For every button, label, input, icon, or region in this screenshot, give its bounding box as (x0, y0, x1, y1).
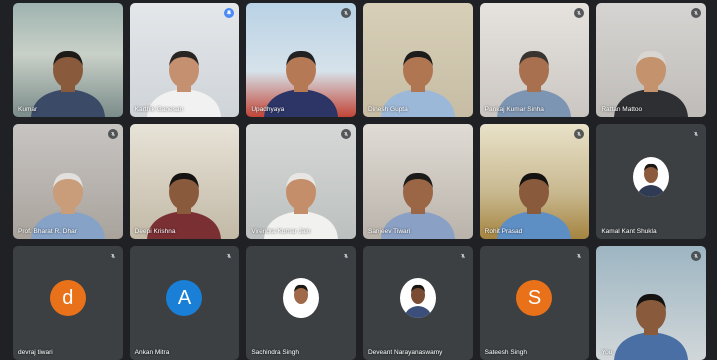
mic-muted-icon (457, 250, 468, 261)
avatar: S (516, 280, 553, 317)
avatar: d (49, 280, 86, 317)
participant-tile[interactable]: A Ankan Mitra (129, 245, 240, 360)
participant-name: Rattan Mattoo (601, 106, 643, 114)
participant-tile[interactable]: Dinesh Gupta (362, 3, 473, 118)
participant-name: Kamal Kant Shukla (601, 227, 657, 235)
participant-tile[interactable]: Kumar (13, 3, 123, 118)
participant-name: Sachindra Singh (251, 349, 300, 356)
participant-name: Deveant Narayanaswamy (367, 349, 443, 356)
participant-tile[interactable]: Pankaj Kumar Sinha (479, 3, 590, 118)
participant-name: devraj tiwari (18, 349, 53, 356)
participant-tile[interactable]: Karthik Ganesan (129, 3, 240, 118)
participant-name: Rohit Prasad (484, 227, 523, 235)
participant-name: Virendra Kumar Jain (251, 227, 311, 235)
participant-name: Kumar (18, 106, 38, 114)
participant-tile[interactable]: S Sateesh Singh (479, 245, 590, 360)
participant-name: Upadhyaya (251, 106, 285, 114)
mic-muted-icon (574, 129, 585, 140)
participant-name: Prof. Bharat R. Dhar (18, 227, 77, 235)
participant-name: Karthik Ganesan (134, 106, 184, 114)
participant-name: Deepi Krishna (134, 227, 176, 235)
participant-tile[interactable]: Deepi Krishna (129, 124, 240, 239)
avatar (633, 156, 670, 197)
participant-tile[interactable]: d devraj tiwari (13, 245, 123, 360)
participant-tile[interactable]: Upadhyaya (246, 3, 356, 118)
avatar (283, 278, 320, 319)
pin-icon[interactable] (224, 8, 235, 18)
mic-muted-icon (340, 8, 351, 18)
participant-grid: Kumar Karthik Ganesan Upadhyaya Dinesh G… (13, 3, 706, 360)
mic-muted-icon (340, 250, 351, 261)
self-view-video (614, 293, 689, 360)
mic-muted-icon (574, 8, 585, 18)
mic-muted-icon (690, 250, 701, 261)
participant-name: Dinesh Gupta (367, 106, 408, 114)
participant-tile[interactable]: Kamal Kant Shukla (596, 124, 706, 239)
participant-tile[interactable]: Sachindra Singh (246, 245, 356, 360)
participant-name: Pankaj Kumar Sinha (484, 106, 544, 114)
participant-tile[interactable]: Rattan Mattoo (596, 3, 706, 118)
mic-muted-icon (690, 129, 701, 140)
self-view-tile[interactable]: You (596, 245, 706, 360)
participant-tile[interactable]: Virendra Kumar Jain (246, 124, 356, 239)
participant-tile[interactable]: Rohit Prasad (479, 124, 590, 239)
participant-name: Ankan Mitra (134, 349, 170, 356)
mic-muted-icon (107, 129, 118, 140)
participant-name: Sateesh Singh (484, 349, 527, 356)
participant-tile[interactable]: Deveant Narayanaswamy (362, 245, 473, 360)
avatar: A (166, 280, 203, 317)
mic-muted-icon (224, 250, 235, 261)
participant-tile[interactable]: Sanjeev Tiwari (362, 124, 473, 239)
participant-name: Sanjeev Tiwari (367, 227, 411, 235)
mic-muted-icon (340, 129, 351, 140)
mic-muted-icon (107, 250, 118, 261)
self-view-name: You (601, 349, 613, 356)
mic-muted-icon (690, 8, 701, 18)
avatar (399, 278, 436, 319)
participant-tile[interactable]: Prof. Bharat R. Dhar (13, 124, 123, 239)
mic-muted-icon (574, 250, 585, 261)
